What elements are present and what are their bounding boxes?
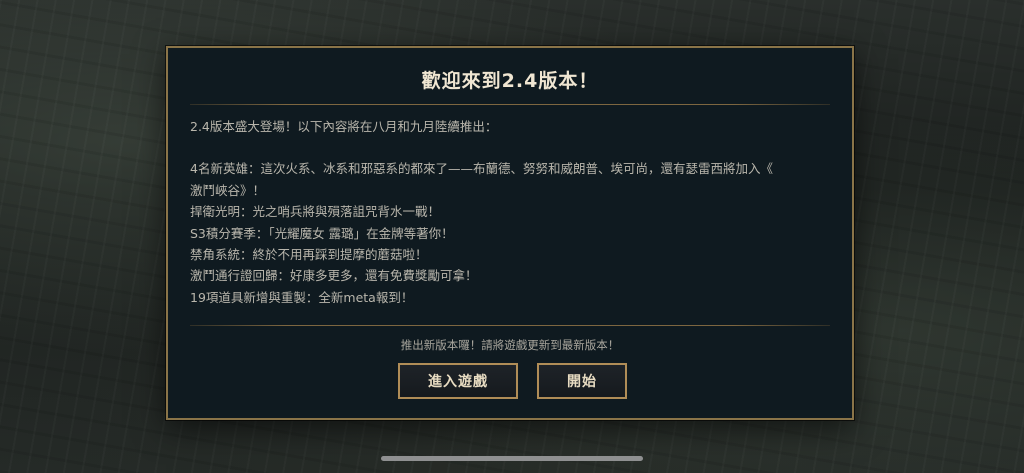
enter-game-button[interactable]: 進入遊戲 xyxy=(398,363,518,399)
start-button[interactable]: 開始 xyxy=(537,363,627,399)
home-indicator-bar[interactable] xyxy=(381,456,643,461)
ranked-season-line: S3積分賽季：「光耀魔女 露璐」在金牌等著你！ xyxy=(190,225,454,241)
defend-light-line: 捍衛光明：光之哨兵將與殞落詛咒背水一戰！ xyxy=(190,204,441,220)
battle-pass-line: 激鬥通行證回歸：好康多更多，還有免費獎勵可拿！ xyxy=(190,268,478,284)
update-notice: 推出新版本囉！請將遊戲更新到最新版本！ xyxy=(400,338,620,352)
intro-line: 2.4版本盛大登場！以下內容將在八月和九月陸續推出： xyxy=(190,119,498,134)
ban-system-line: 禁角系統：終於不用再踩到提摩的蘑菇啦！ xyxy=(190,247,428,263)
patch-notes-dialog: 歡迎來到2.4版本！ 2.4版本盛大登場！以下內容將在八月和九月陸續推出： 4名… xyxy=(166,46,854,420)
patch-notes-body: 2.4版本盛大登場！以下內容將在八月和九月陸續推出： 4名新英雄：這次火系、冰系… xyxy=(190,116,830,308)
items-line: 19項道具新增與重製：全新meta報到！ xyxy=(190,289,414,305)
footer-divider xyxy=(190,325,830,326)
title-divider xyxy=(190,104,830,105)
new-champions-line-cont: 激鬥峽谷》！ xyxy=(190,182,266,198)
dialog-title: 歡迎來到2.4版本！ xyxy=(421,70,599,92)
new-champions-line: 4名新英雄：這次火系、冰系和邪惡系的都來了——布蘭德、努努和威朗普、埃可尚，還有… xyxy=(190,161,773,177)
